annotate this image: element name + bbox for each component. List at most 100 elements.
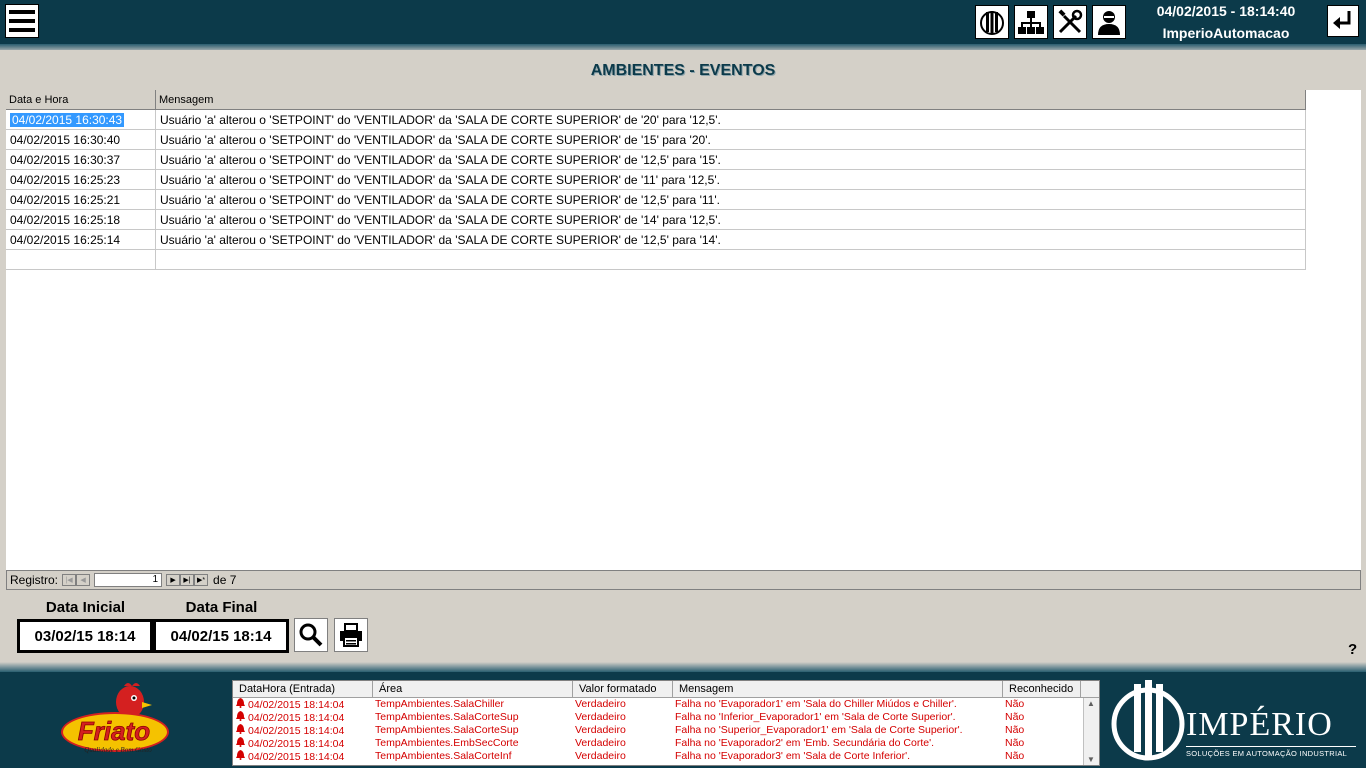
alarm-cell-time: 04/02/2015 18:14:04 xyxy=(233,724,373,737)
alarm-scrollbar[interactable]: ▲ ▼ xyxy=(1083,698,1099,765)
alarm-cell-message: Falha no 'Evaporador3' em 'Sala de Corte… xyxy=(675,750,911,762)
alarm-row[interactable]: 04/02/2015 18:14:04 TempAmbientes.SalaCor… xyxy=(233,750,1099,763)
table-row[interactable]: 04/02/2015 16:25:23 Usuário 'a' alterou o… xyxy=(6,170,1306,190)
end-date-label: Data Final xyxy=(185,599,258,616)
events-grid[interactable]: Data e Hora Mensagem 04/02/2015 16:30:43… xyxy=(6,90,1361,570)
table-row[interactable]: 04/02/2015 16:30:40 Usuário 'a' alterou o… xyxy=(6,130,1306,150)
cell-date[interactable]: 04/02/2015 16:30:43 xyxy=(6,110,156,129)
help-icon[interactable]: ? xyxy=(1348,641,1357,658)
table-row[interactable]: 04/02/2015 16:25:21 Usuário 'a' alterou o… xyxy=(6,190,1306,210)
alarm-cell-value: Verdadeiro xyxy=(575,698,626,710)
print-icon[interactable] xyxy=(334,618,368,652)
prev-record-icon[interactable]: ◀ xyxy=(76,574,91,586)
alarm-cell-area: TempAmbientes.SalaCorteSup xyxy=(375,711,519,723)
top-bar-divider xyxy=(0,44,1366,50)
cell-message[interactable]: Usuário 'a' alterou o 'SETPOINT' do 'VEN… xyxy=(156,210,1306,229)
search-icon[interactable] xyxy=(294,618,328,652)
cell-date-text: 04/02/2015 16:25:18 xyxy=(10,213,121,227)
alarm-time-text: 04/02/2015 18:14:04 xyxy=(248,724,345,737)
new-record-icon[interactable]: ▶* xyxy=(194,574,209,586)
alarm-col-message[interactable]: Mensagem xyxy=(673,681,1003,697)
cell-message[interactable]: Usuário 'a' alterou o 'SETPOINT' do 'VEN… xyxy=(156,230,1306,249)
cell-date[interactable]: 04/02/2015 16:30:37 xyxy=(6,150,156,169)
alarm-col-value[interactable]: Valor formatado xyxy=(573,681,673,697)
back-icon[interactable] xyxy=(1327,5,1359,37)
alarm-row[interactable]: 04/02/2015 18:14:04 TempAmbientes.SalaChi… xyxy=(233,698,1099,711)
page-title: AMBIENTES - EVENTOS xyxy=(590,62,776,79)
alarm-cell-area: TempAmbientes.SalaChiller xyxy=(375,698,504,710)
alarm-cell-value: Verdadeiro xyxy=(575,724,626,736)
alarm-cell-time: 04/02/2015 18:14:04 xyxy=(233,737,373,750)
tools-icon[interactable] xyxy=(1053,5,1087,39)
alarm-cell-ack: Não xyxy=(1005,750,1025,762)
cell-date-text: 04/02/2015 16:25:23 xyxy=(10,173,121,187)
table-row[interactable]: 04/02/2015 16:25:18 Usuário 'a' alterou o… xyxy=(6,210,1306,230)
end-date-field[interactable]: 04/02/15 18:14 xyxy=(153,619,289,653)
cell-date-text: 04/02/2015 16:30:37 xyxy=(10,153,121,167)
alarm-time-text: 04/02/2015 18:14:04 xyxy=(248,711,345,724)
cell-message[interactable]: Usuário 'a' alterou o 'SETPOINT' do 'VEN… xyxy=(156,130,1306,149)
alarm-cell-message: Falha no 'Superior_Evaporador1' em 'Sala… xyxy=(675,724,963,736)
cell-date[interactable]: 04/02/2015 16:25:23 xyxy=(6,170,156,189)
brand-icon[interactable] xyxy=(975,5,1009,39)
alarm-cell-ack: Não xyxy=(1005,724,1025,736)
cell-date-text: 04/02/2015 16:30:43 xyxy=(10,113,125,127)
cell-message[interactable]: Usuário 'a' alterou o 'SETPOINT' do 'VEN… xyxy=(156,190,1306,209)
cell-message[interactable]: Usuário 'a' alterou o 'SETPOINT' do 'VEN… xyxy=(156,170,1306,189)
bell-icon xyxy=(235,737,246,750)
alarm-col-datetime[interactable]: DataHora (Entrada) xyxy=(233,681,373,697)
alarm-row[interactable]: 04/02/2015 18:14:04 TempAmbientes.SalaCor… xyxy=(233,711,1099,724)
alarm-col-ack[interactable]: Reconhecido xyxy=(1003,681,1081,697)
bell-icon xyxy=(235,711,246,724)
cell-date[interactable] xyxy=(6,250,156,269)
cell-message[interactable] xyxy=(156,250,1306,269)
menu-icon[interactable] xyxy=(5,4,39,38)
first-record-icon[interactable]: |◀ xyxy=(62,574,77,586)
bottom-divider xyxy=(0,662,1366,672)
cell-date[interactable]: 04/02/2015 16:25:14 xyxy=(6,230,156,249)
alarm-row[interactable]: 04/02/2015 18:14:04 TempAmbientes.EmbSecC… xyxy=(233,737,1099,750)
next-record-icon[interactable]: ▶ xyxy=(166,574,181,586)
alarm-cell-ack: Não xyxy=(1005,698,1025,710)
cell-date[interactable]: 04/02/2015 16:25:21 xyxy=(6,190,156,209)
imperio-tagline: SOLUÇÕES EM AUTOMAÇÃO INDUSTRIAL xyxy=(1186,746,1356,758)
record-number-input[interactable]: 1 xyxy=(94,573,163,587)
last-record-icon[interactable]: ▶| xyxy=(180,574,195,586)
table-row[interactable]: 04/02/2015 16:25:14 Usuário 'a' alterou o… xyxy=(6,230,1306,250)
alarm-list[interactable]: DataHora (Entrada) Área Valor formatado … xyxy=(232,680,1100,766)
table-row[interactable] xyxy=(6,250,1306,270)
alarm-cell-area: TempAmbientes.SalaCorteInf xyxy=(375,750,512,762)
alarm-cell-area: TempAmbientes.SalaCorteSup xyxy=(375,724,519,736)
start-date-label: Data Inicial xyxy=(45,599,126,616)
table-row[interactable]: 04/02/2015 16:30:43 Usuário 'a' alterou o… xyxy=(6,110,1306,130)
cell-message[interactable]: Usuário 'a' alterou o 'SETPOINT' do 'VEN… xyxy=(156,110,1306,129)
alarm-cell-message: Falha no 'Inferior_Evaporador1' em 'Sala… xyxy=(675,711,956,723)
alarm-cell-ack: Não xyxy=(1005,711,1025,723)
column-header-date[interactable]: Data e Hora xyxy=(6,90,156,109)
cell-date[interactable]: 04/02/2015 16:25:18 xyxy=(6,210,156,229)
alarm-cell-value: Verdadeiro xyxy=(575,711,626,723)
grid-rows: 04/02/2015 16:30:43 Usuário 'a' alterou o… xyxy=(6,110,1306,270)
cell-message[interactable]: Usuário 'a' alterou o 'SETPOINT' do 'VEN… xyxy=(156,150,1306,169)
network-icon[interactable] xyxy=(1014,5,1048,39)
user-icon[interactable] xyxy=(1092,5,1126,39)
friato-logo: Friato Qualidade e Bom Gosto xyxy=(61,683,169,754)
record-total: de 7 xyxy=(213,573,237,587)
cell-date[interactable]: 04/02/2015 16:30:40 xyxy=(6,130,156,149)
svg-text:Qualidade e Bom Gosto: Qualidade e Bom Gosto xyxy=(84,746,152,754)
column-header-message[interactable]: Mensagem xyxy=(156,90,1306,109)
imperio-brand: IMPÉRIO xyxy=(1186,706,1333,743)
alarm-cell-time: 04/02/2015 18:14:04 xyxy=(233,711,373,724)
alarm-cell-area: TempAmbientes.EmbSecCorte xyxy=(375,737,519,749)
alarm-header: DataHora (Entrada) Área Valor formatado … xyxy=(233,681,1099,698)
alarm-cell-value: Verdadeiro xyxy=(575,737,626,749)
start-date-field[interactable]: 03/02/15 18:14 xyxy=(17,619,153,653)
alarm-row[interactable]: 04/02/2015 18:14:04 TempAmbientes.SalaCor… xyxy=(233,724,1099,737)
svg-text:Friato: Friato xyxy=(78,716,150,746)
table-row[interactable]: 04/02/2015 16:30:37 Usuário 'a' alterou o… xyxy=(6,150,1306,170)
alarm-col-area[interactable]: Área xyxy=(373,681,573,697)
alarm-cell-time: 04/02/2015 18:14:04 xyxy=(233,750,373,763)
cell-date-text: 04/02/2015 16:25:14 xyxy=(10,233,121,247)
current-datetime: 04/02/2015 - 18:14:40 xyxy=(1156,3,1296,19)
cell-date-text: 04/02/2015 16:30:40 xyxy=(10,133,121,147)
